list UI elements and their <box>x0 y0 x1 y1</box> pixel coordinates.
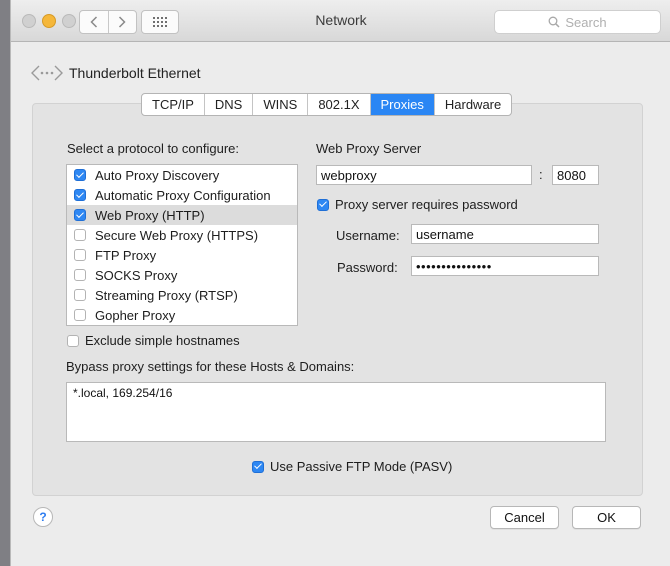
protocol-list[interactable]: Auto Proxy Discovery Automatic Proxy Con… <box>66 164 298 326</box>
password-field[interactable]: ••••••••••••••• <box>411 256 599 276</box>
tab-bar: TCP/IP DNS WINS 802.1X Proxies Hardware <box>141 93 513 116</box>
passive-ftp-row[interactable]: Use Passive FTP Mode (PASV) <box>252 459 452 474</box>
checkbox[interactable] <box>74 229 86 241</box>
checkbox[interactable] <box>74 269 86 281</box>
bypass-label: Bypass proxy settings for these Hosts & … <box>66 359 355 374</box>
protocol-label: SOCKS Proxy <box>95 267 178 283</box>
protocol-label: Gopher Proxy <box>95 307 176 323</box>
requires-password-row[interactable]: Proxy server requires password <box>317 197 518 212</box>
exclude-simple-hostnames-row[interactable]: Exclude simple hostnames <box>67 333 240 348</box>
proxy-server-heading: Web Proxy Server <box>316 141 422 156</box>
protocol-label: Streaming Proxy (RTSP) <box>95 287 238 303</box>
checkbox[interactable] <box>74 249 86 261</box>
ethernet-icon <box>31 65 63 81</box>
search-field[interactable]: Search <box>494 10 661 34</box>
protocol-auto-proxy-discovery[interactable]: Auto Proxy Discovery <box>67 165 297 185</box>
protocol-ftp-proxy[interactable]: FTP Proxy <box>67 245 297 265</box>
protocol-label: Automatic Proxy Configuration <box>95 187 271 203</box>
search-placeholder: Search <box>565 14 607 30</box>
title-bar: Network Search <box>11 0 670 42</box>
protocol-list-heading: Select a protocol to configure: <box>67 141 239 156</box>
passive-ftp-checkbox[interactable] <box>252 460 264 473</box>
proxy-port-field[interactable]: 8080 <box>552 165 599 185</box>
passive-ftp-label: Use Passive FTP Mode (PASV) <box>270 459 453 474</box>
checkbox[interactable] <box>74 189 86 201</box>
ok-button[interactable]: OK <box>572 506 641 529</box>
tab-tcpip[interactable]: TCP/IP <box>142 94 205 115</box>
exclude-simple-hostnames-checkbox[interactable] <box>67 334 79 347</box>
checkbox[interactable] <box>74 289 86 301</box>
protocol-socks-proxy[interactable]: SOCKS Proxy <box>67 265 297 285</box>
tab-dns[interactable]: DNS <box>205 94 254 115</box>
protocol-automatic-proxy-configuration[interactable]: Automatic Proxy Configuration <box>67 185 297 205</box>
bypass-hosts-textarea[interactable]: *.local, 169.254/16 <box>66 382 606 442</box>
protocol-streaming-proxy-rtsp[interactable]: Streaming Proxy (RTSP) <box>67 285 297 305</box>
requires-password-checkbox[interactable] <box>317 198 329 211</box>
checkbox[interactable] <box>74 309 86 321</box>
proxy-host-field[interactable]: webproxy <box>316 165 532 185</box>
protocol-label: Auto Proxy Discovery <box>95 167 220 183</box>
cancel-button[interactable]: Cancel <box>490 506 559 529</box>
protocol-secure-web-proxy-https[interactable]: Secure Web Proxy (HTTPS) <box>67 225 297 245</box>
requires-password-label: Proxy server requires password <box>335 197 518 212</box>
protocol-web-proxy-http[interactable]: Web Proxy (HTTP) <box>67 205 297 225</box>
search-icon <box>548 16 560 28</box>
username-field[interactable]: username <box>411 224 599 244</box>
tab-wins[interactable]: WINS <box>253 94 309 115</box>
service-name: Thunderbolt Ethernet <box>69 65 201 81</box>
help-button[interactable]: ? <box>33 507 53 527</box>
checkbox[interactable] <box>74 209 86 221</box>
port-separator: : <box>539 167 543 182</box>
checkbox[interactable] <box>74 169 86 181</box>
password-label: Password: <box>337 260 398 275</box>
username-label: Username: <box>336 228 400 243</box>
tab-proxies[interactable]: Proxies <box>370 94 435 115</box>
protocol-label: Secure Web Proxy (HTTPS) <box>95 227 259 243</box>
protocol-gopher-proxy[interactable]: Gopher Proxy <box>67 305 297 325</box>
protocol-label: Web Proxy (HTTP) <box>95 207 205 223</box>
exclude-simple-hostnames-label: Exclude simple hostnames <box>85 333 240 348</box>
network-window: Network Search Thunderbolt Ethernet TCP/… <box>10 0 670 566</box>
protocol-label: FTP Proxy <box>95 247 157 263</box>
tab-8021x[interactable]: 802.1X <box>308 94 371 115</box>
tab-hardware[interactable]: Hardware <box>435 94 511 115</box>
